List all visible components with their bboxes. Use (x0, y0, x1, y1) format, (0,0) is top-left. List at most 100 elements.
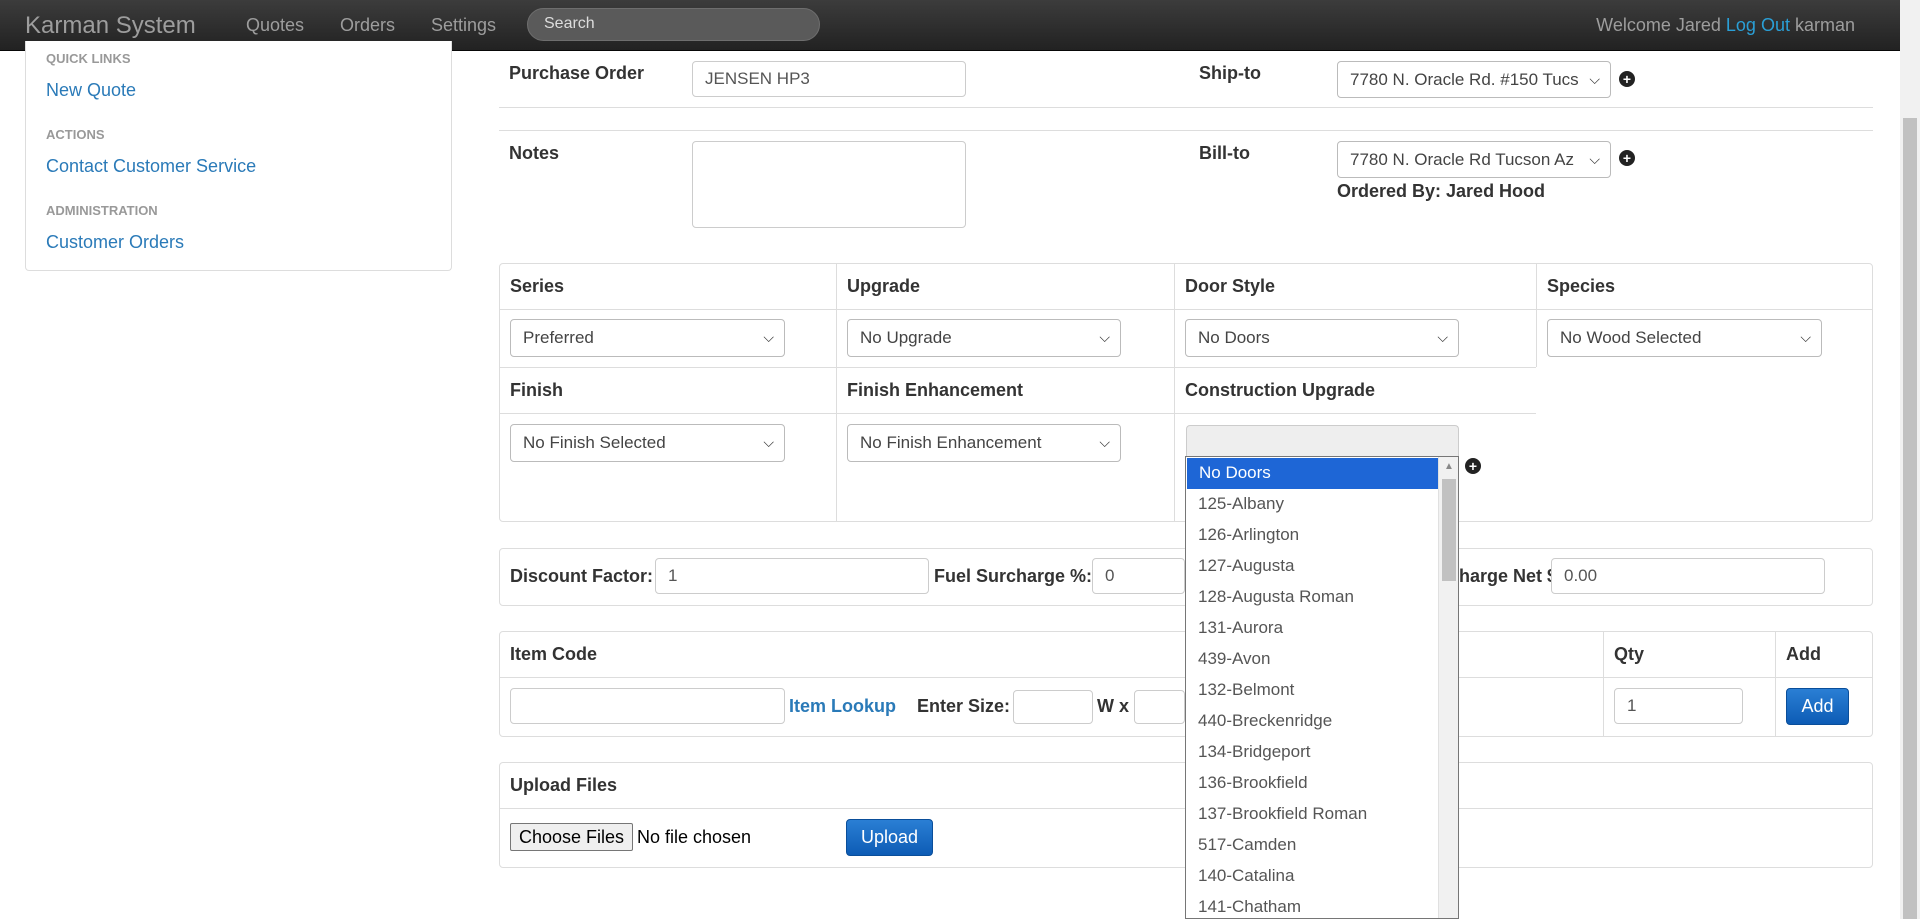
username: karman (1794, 15, 1855, 35)
dropdown-option[interactable]: 439-Avon (1186, 644, 1439, 675)
divider (499, 130, 1873, 131)
divider (836, 263, 837, 522)
finish-select[interactable]: No Finish Selected ⌵ (510, 424, 785, 462)
surcharge-net-label: harge Net $ (1459, 566, 1558, 586)
dropdown-option[interactable]: 132-Belmont (1186, 675, 1439, 706)
choose-files-button[interactable]: Choose Files (510, 823, 634, 851)
chevron-down-icon: ⌵ (1800, 329, 1811, 345)
species-select[interactable]: No Wood Selected ⌵ (1547, 319, 1822, 357)
welcome-text: Welcome Jared (1596, 15, 1721, 35)
chevron-down-icon: ⌵ (1589, 71, 1600, 87)
divider (1536, 263, 1537, 367)
scroll-up-arrow-icon[interactable]: ▲ (1444, 461, 1454, 472)
dropdown-option[interactable]: 136-Brookfield (1186, 768, 1439, 799)
contact-customer-service-link[interactable]: Contact Customer Service (46, 156, 256, 177)
dropdown-option[interactable]: 141-Chatham (1186, 892, 1439, 918)
species-label: Species (1547, 276, 1616, 296)
purchase-order-label: Purchase Order (509, 63, 645, 83)
add-construction-icon[interactable]: + (1465, 458, 1481, 474)
qty-input[interactable]: 1 (1614, 688, 1743, 724)
dropdown-option[interactable]: 517-Camden (1186, 830, 1439, 861)
bill-to-value: 7780 N. Oracle Rd Tucson Az (1350, 150, 1574, 169)
ordered-by-text: Ordered By: Jared Hood (1337, 181, 1546, 201)
page-scrollbar-thumb[interactable] (1903, 118, 1917, 919)
chevron-down-icon: ⌵ (1099, 434, 1110, 450)
add-ship-to-icon[interactable]: + (1619, 71, 1635, 87)
page-scrollbar[interactable] (1900, 0, 1920, 919)
new-quote-link[interactable]: New Quote (46, 80, 136, 101)
discount-factor-input[interactable]: 1 (655, 558, 929, 594)
chevron-down-icon: ⌵ (1099, 329, 1110, 345)
door-style-dropdown-list: No Doors 125-Albany 126-Arlington 127-Augus… (1185, 456, 1459, 919)
enter-size-label: Enter Size: (917, 696, 1011, 716)
qty-label: Qty (1614, 644, 1645, 664)
finish-enhancement-value: No Finish Enhancement (860, 433, 1042, 452)
notes-textarea[interactable] (692, 141, 966, 228)
dropdown-option[interactable]: 126-Arlington (1186, 520, 1439, 551)
finish-label: Finish (510, 380, 563, 400)
item-lookup-link[interactable]: Item Lookup (789, 696, 896, 717)
dropdown-scrollbar[interactable]: ▲ (1438, 457, 1458, 918)
finish-enhancement-label: Finish Enhancement (847, 380, 1024, 400)
fuel-surcharge-label: Fuel Surcharge %: (934, 566, 1093, 586)
finish-enhancement-select[interactable]: No Finish Enhancement ⌵ (847, 424, 1121, 462)
dropdown-option[interactable]: 137-Brookfield Roman (1186, 799, 1439, 830)
divider (499, 413, 1536, 414)
dropdown-option[interactable]: 134-Bridgeport (1186, 737, 1439, 768)
upgrade-select[interactable]: No Upgrade ⌵ (847, 319, 1121, 357)
dropdown-scrollbar-thumb[interactable] (1442, 479, 1456, 581)
upgrade-value: No Upgrade (860, 328, 952, 347)
dropdown-option[interactable]: 131-Aurora (1186, 613, 1439, 644)
dropdown-option[interactable]: 128-Augusta Roman (1186, 582, 1439, 613)
construction-upgrade-label: Construction Upgrade (1185, 380, 1376, 400)
upgrade-label: Upgrade (847, 276, 921, 296)
notes-label: Notes (509, 143, 560, 163)
purchase-order-input[interactable]: JENSEN HP3 (692, 61, 966, 97)
logout-link[interactable]: Log Out (1726, 15, 1790, 35)
dropdown-option[interactable]: No Doors (1187, 458, 1438, 489)
divider (1174, 367, 1175, 522)
chevron-down-icon: ⌵ (763, 434, 774, 450)
upload-button[interactable]: Upload (846, 819, 933, 856)
actions-heading: ACTIONS (46, 127, 105, 142)
ship-to-value: 7780 N. Oracle Rd. #150 Tucs (1350, 70, 1579, 89)
upload-files-heading: Upload Files (510, 775, 618, 795)
dropdown-option[interactable]: 127-Augusta (1186, 551, 1439, 582)
dropdown-option[interactable]: 440-Breckenridge (1186, 706, 1439, 737)
width-by-label: W x (1097, 696, 1130, 716)
surcharge-net-input[interactable]: 0.00 (1551, 558, 1825, 594)
sidebar: QUICK LINKS New Quote ACTIONS Contact Cu… (25, 41, 452, 271)
finish-value: No Finish Selected (523, 433, 666, 452)
door-style-value: No Doors (1198, 328, 1270, 347)
nav-orders[interactable]: Orders (340, 15, 395, 36)
nav-quotes[interactable]: Quotes (246, 15, 304, 36)
bill-to-select[interactable]: 7780 N. Oracle Rd Tucson Az ⌵ (1337, 141, 1611, 178)
add-item-button[interactable]: Add (1786, 688, 1849, 725)
divider (1603, 631, 1604, 737)
item-code-input[interactable] (510, 688, 785, 724)
ship-to-select[interactable]: 7780 N. Oracle Rd. #150 Tucs ⌵ (1337, 61, 1611, 98)
width-input[interactable] (1013, 690, 1093, 724)
discount-factor-label: Discount Factor: (510, 566, 654, 586)
welcome-area: Welcome Jared Log Out karman (1596, 15, 1855, 36)
dropdown-option[interactable]: 140-Catalina (1186, 861, 1439, 892)
door-style-label: Door Style (1185, 276, 1276, 296)
dropdown-option[interactable]: 125-Albany (1186, 489, 1439, 520)
bill-to-label: Bill-to (1199, 143, 1250, 163)
divider (1174, 263, 1175, 367)
administration-heading: ADMINISTRATION (46, 203, 158, 218)
series-select[interactable]: Preferred ⌵ (510, 319, 785, 357)
no-file-chosen-text: No file chosen (637, 827, 752, 847)
add-bill-to-icon[interactable]: + (1619, 150, 1635, 166)
nav-settings[interactable]: Settings (431, 15, 496, 36)
construction-upgrade-select[interactable] (1186, 425, 1459, 457)
height-input[interactable] (1134, 690, 1185, 724)
search-input[interactable]: Search (527, 8, 820, 41)
brand-logo[interactable]: Karman System (25, 12, 196, 40)
divider (499, 107, 1873, 108)
series-value: Preferred (523, 328, 594, 347)
door-style-select[interactable]: No Doors ⌵ (1185, 319, 1459, 357)
fuel-surcharge-input[interactable]: 0 (1092, 558, 1185, 594)
customer-orders-link[interactable]: Customer Orders (46, 232, 184, 253)
chevron-down-icon: ⌵ (1437, 329, 1448, 345)
